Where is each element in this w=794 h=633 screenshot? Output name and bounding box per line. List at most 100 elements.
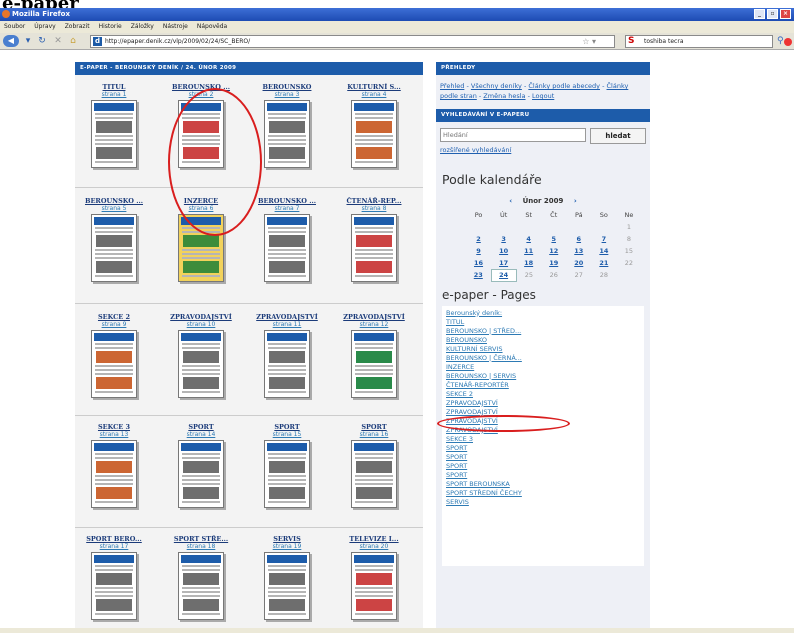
calendar-day[interactable]: 5	[541, 233, 566, 245]
menu-item[interactable]: Soubor	[4, 21, 25, 33]
page-number-link[interactable]: strana 14	[168, 431, 234, 438]
calendar-day[interactable]: 18	[516, 257, 541, 269]
calendar-day[interactable]: 19	[541, 257, 566, 269]
pages-list-link[interactable]: SPORT	[446, 453, 640, 462]
page-name-link[interactable]: TELEVIZE I...	[341, 535, 407, 543]
page-number-link[interactable]: strana 15	[254, 431, 320, 438]
page-name-link[interactable]: TITUL	[81, 83, 147, 91]
page-name-link[interactable]: SPORT	[168, 423, 234, 431]
calendar-day[interactable]: 9	[466, 245, 491, 257]
addon-icon[interactable]	[784, 38, 792, 46]
page-number-link[interactable]: strana 8	[341, 205, 407, 212]
calendar-day[interactable]: 7	[591, 233, 616, 245]
calendar-day[interactable]: 21	[591, 257, 616, 269]
pages-list-link[interactable]: INZERCE	[446, 363, 640, 372]
epaper-search-input[interactable]	[440, 128, 586, 142]
page-thumbnail-item[interactable]: TELEVIZE I... strana 20	[341, 535, 407, 620]
page-thumbnail-image[interactable]	[91, 100, 137, 168]
pages-list-link[interactable]: SERVIS	[446, 498, 640, 507]
page-name-link[interactable]: BEROUNSKO ...	[81, 197, 147, 205]
overview-link[interactable]: Přehled	[440, 82, 464, 90]
page-name-link[interactable]: ZPRAVODAJSTVÍ	[168, 313, 234, 321]
page-name-link[interactable]: ZPRAVODAJSTVÍ	[341, 313, 407, 321]
page-thumbnail-item[interactable]: SPORT STŘE... strana 18	[168, 535, 234, 620]
pages-list-link[interactable]: BEROUNSKO | STŘED...	[446, 327, 640, 336]
back-icon[interactable]: ◀	[3, 35, 19, 47]
pages-list-link[interactable]: ZPRAVODAJSTVÍ	[446, 399, 640, 408]
page-number-link[interactable]: strana 12	[341, 321, 407, 328]
dropdown-icon[interactable]: ▾	[22, 35, 34, 47]
pages-list-link[interactable]: BEROUNSKO	[446, 336, 640, 345]
calendar-day[interactable]: 2	[466, 233, 491, 245]
address-bar[interactable]: d http://epaper.denik.cz/vlp/2009/02/24/…	[90, 35, 615, 48]
page-thumbnail-item[interactable]: SPORT strana 14	[168, 423, 234, 508]
page-name-link[interactable]: SPORT BERO...	[81, 535, 147, 543]
page-number-link[interactable]: strana 16	[341, 431, 407, 438]
calendar-day[interactable]: 16	[466, 257, 491, 269]
page-name-link[interactable]: SEKCE 3	[81, 423, 147, 431]
pages-list-group-label[interactable]: Berounský deník:	[446, 309, 640, 318]
page-thumbnail-item[interactable]: BEROUNSKO strana 3	[254, 83, 320, 168]
calendar-day[interactable]: 3	[491, 233, 516, 245]
advanced-search-link[interactable]: rozšířené vyhledávání	[436, 146, 650, 154]
page-thumbnail-item[interactable]: BEROUNSKO ... strana 5	[81, 197, 147, 282]
pages-list-link[interactable]: SPORT	[446, 444, 640, 453]
search-engine-icon[interactable]: S	[628, 36, 634, 47]
pages-list-link[interactable]: KULTURNÍ SERVIS	[446, 345, 640, 354]
menu-item[interactable]: Úpravy	[34, 21, 55, 33]
menu-item[interactable]: Zobrazit	[65, 21, 90, 33]
page-name-link[interactable]: KULTURNÍ S...	[341, 83, 407, 91]
page-name-link[interactable]: ZPRAVODAJSTVÍ	[254, 313, 320, 321]
page-thumbnail-item[interactable]: ZPRAVODAJSTVÍ strana 11	[254, 313, 320, 398]
page-thumbnail-image[interactable]	[264, 214, 310, 282]
next-month-icon[interactable]: ›	[574, 197, 577, 205]
page-thumbnail-image[interactable]	[91, 214, 137, 282]
pages-list-link[interactable]: SEKCE 2	[446, 390, 640, 399]
page-thumbnail-image[interactable]	[264, 552, 310, 620]
pages-list-link[interactable]: SPORT	[446, 462, 640, 471]
pages-list-link[interactable]: SPORT STŘEDNÍ ČECHY	[446, 489, 640, 498]
page-thumbnail-image[interactable]	[264, 330, 310, 398]
overview-link[interactable]: Všechny deníky	[471, 82, 522, 90]
page-number-link[interactable]: strana 13	[81, 431, 147, 438]
page-name-link[interactable]: BEROUNSKO ...	[254, 197, 320, 205]
calendar-day[interactable]: 14	[591, 245, 616, 257]
stop-icon[interactable]: ✕	[52, 35, 64, 47]
close-icon[interactable]: ×	[780, 9, 791, 19]
page-thumbnail-item[interactable]: SEKCE 3 strana 13	[81, 423, 147, 508]
overview-link[interactable]: Články podle abecedy	[528, 82, 600, 90]
pages-list-link[interactable]: TITUL	[446, 318, 640, 327]
overview-link[interactable]: Změna hesla	[483, 92, 525, 100]
pages-list-link[interactable]: SPORT BEROUNSKA	[446, 480, 640, 489]
calendar-day[interactable]: 4	[516, 233, 541, 245]
search-bar[interactable]: S toshiba tecra	[625, 35, 773, 48]
menu-item[interactable]: Nápověda	[197, 21, 227, 33]
page-number-link[interactable]: strana 19	[254, 543, 320, 550]
page-number-link[interactable]: strana 11	[254, 321, 320, 328]
page-name-link[interactable]: SPORT STŘE...	[168, 535, 234, 543]
calendar-day[interactable]: 23	[466, 269, 491, 281]
pages-list-link[interactable]: ČTENÁŘ-REPORTÉR	[446, 381, 640, 390]
page-thumbnail-item[interactable]: ZPRAVODAJSTVÍ strana 12	[341, 313, 407, 398]
calendar-day[interactable]: 6	[566, 233, 591, 245]
page-thumbnail-item[interactable]: KULTURNÍ S... strana 4	[341, 83, 407, 168]
page-thumbnail-item[interactable]: SERVIS strana 19	[254, 535, 320, 620]
page-thumbnail-image[interactable]	[178, 440, 224, 508]
overview-link[interactable]: Logout	[532, 92, 554, 100]
menu-item[interactable]: Záložky	[131, 21, 154, 33]
page-thumbnail-item[interactable]: ČTENÁŘ-REP... strana 8	[341, 197, 407, 282]
search-go-icon[interactable]: ⚲	[777, 36, 784, 46]
page-thumbnail-image[interactable]	[351, 440, 397, 508]
page-number-link[interactable]: strana 3	[254, 91, 320, 98]
maximize-icon[interactable]: ▫	[767, 9, 778, 19]
page-thumbnail-item[interactable]: SPORT strana 15	[254, 423, 320, 508]
page-thumbnail-item[interactable]: TITUL strana 1	[81, 83, 147, 168]
page-number-link[interactable]: strana 5	[81, 205, 147, 212]
calendar-day[interactable]: 17	[491, 257, 516, 269]
page-number-link[interactable]: strana 9	[81, 321, 147, 328]
page-thumbnail-image[interactable]	[351, 330, 397, 398]
page-thumbnail-image[interactable]	[351, 552, 397, 620]
page-number-link[interactable]: strana 18	[168, 543, 234, 550]
menu-item[interactable]: Historie	[99, 21, 122, 33]
pages-list-link[interactable]: BEROUNSKO | ČERNÁ...	[446, 354, 640, 363]
